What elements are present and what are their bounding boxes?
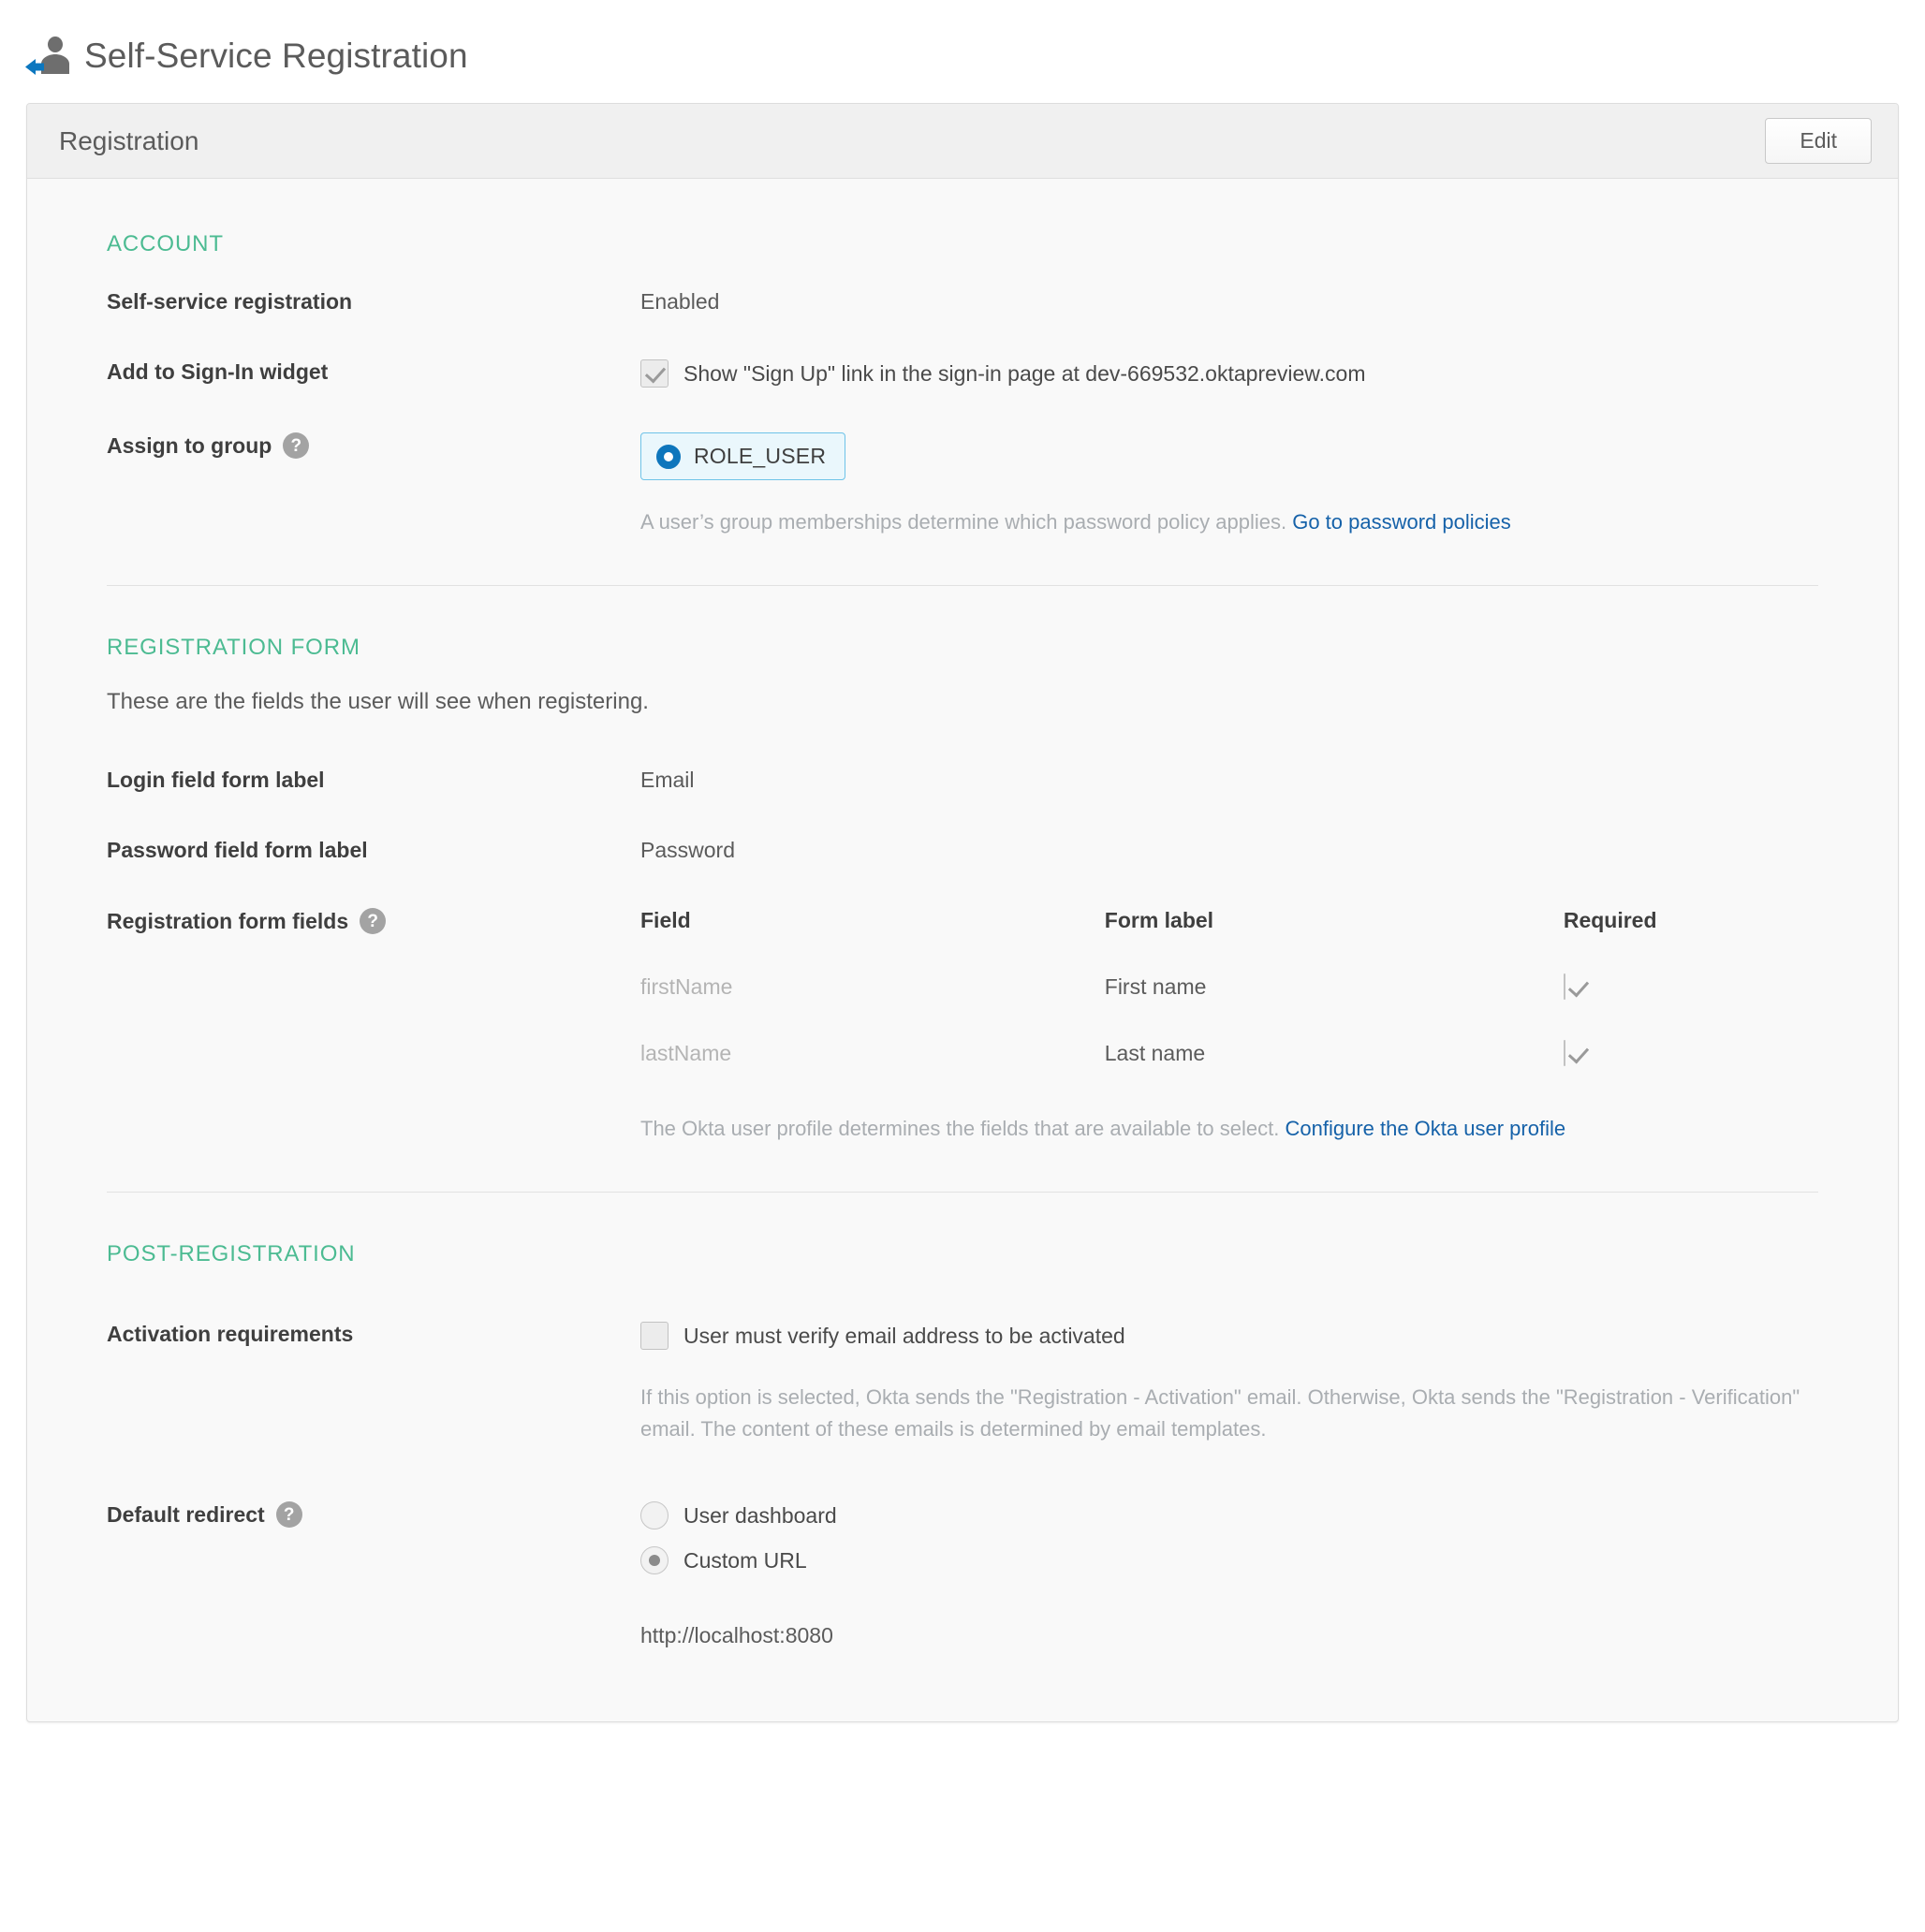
- row-label: Registration form fields ?: [107, 904, 640, 934]
- row-value: Enabled: [640, 285, 1818, 315]
- registration-form-fields-label: Registration form fields: [107, 909, 348, 934]
- password-field-form-label-label: Password field form label: [107, 838, 368, 863]
- activation-requirements-hint: If this option is selected, Okta sends t…: [640, 1382, 1818, 1445]
- login-field-form-label-value: Email: [640, 768, 695, 792]
- help-icon[interactable]: ?: [276, 1501, 302, 1528]
- registration-form-intro: These are the fields the user will see w…: [107, 689, 1818, 715]
- edit-button[interactable]: Edit: [1765, 118, 1872, 165]
- row-add-to-signin-widget: Add to Sign-In widget Show "Sign Up" lin…: [107, 356, 1818, 388]
- row-label: Activation requirements: [107, 1318, 640, 1347]
- row-value: Show "Sign Up" link in the sign-in page …: [640, 356, 1818, 388]
- help-icon[interactable]: ?: [283, 432, 309, 459]
- login-field-form-label-label: Login field form label: [107, 768, 325, 793]
- activation-checkbox-line: User must verify email address to be act…: [640, 1322, 1818, 1350]
- row-password-field-label: Password field form label Password: [107, 834, 1818, 863]
- row-label: Default redirect ?: [107, 1498, 640, 1528]
- custom-url-radio[interactable]: [640, 1546, 669, 1574]
- row-label: Password field form label: [107, 834, 640, 863]
- user-dashboard-radio-label: User dashboard: [683, 1503, 837, 1529]
- assign-to-group-hint-text: A user’s group memberships determine whi…: [640, 510, 1286, 534]
- default-redirect-label: Default redirect: [107, 1502, 265, 1528]
- column-header-field: Field: [640, 908, 1105, 974]
- custom-url-radio-label: Custom URL: [683, 1548, 807, 1573]
- verify-email-checkbox-label: User must verify email address to be act…: [683, 1324, 1125, 1349]
- cell-required: [1564, 1041, 1818, 1107]
- row-label: Assign to group ?: [107, 429, 640, 459]
- help-icon[interactable]: ?: [360, 908, 386, 934]
- row-activation-requirements: Activation requirements User must verify…: [107, 1318, 1818, 1445]
- activation-requirements-label: Activation requirements: [107, 1322, 353, 1347]
- radio-option-custom-url[interactable]: Custom URL: [640, 1546, 1818, 1574]
- spacer: [107, 741, 1818, 764]
- required-checkbox[interactable]: [1564, 1040, 1565, 1066]
- self-service-registration-label: Self-service registration: [107, 289, 352, 315]
- assign-to-group-hint: A user’s group memberships determine whi…: [640, 506, 1818, 538]
- signup-link-checkbox[interactable]: [640, 359, 669, 388]
- custom-url-value: http://localhost:8080: [640, 1623, 1818, 1648]
- table-row: lastName Last name: [640, 1041, 1818, 1107]
- row-self-service-registration: Self-service registration Enabled: [107, 285, 1818, 315]
- signup-link-checkbox-line: Show "Sign Up" link in the sign-in page …: [640, 359, 1818, 388]
- row-label: Self-service registration: [107, 285, 640, 315]
- signup-link-checkbox-label: Show "Sign Up" link in the sign-in page …: [683, 361, 1365, 387]
- self-service-registration-value: Enabled: [640, 289, 719, 314]
- spacer: [107, 1295, 1818, 1318]
- group-chip-role-user[interactable]: ROLE_USER: [640, 432, 845, 480]
- verify-email-checkbox[interactable]: [640, 1322, 669, 1350]
- section-post-registration-title: POST-REGISTRATION: [107, 1241, 1818, 1267]
- table-header-row: Field Form label Required: [640, 908, 1818, 974]
- group-chip-label: ROLE_USER: [694, 444, 826, 469]
- radio-option-user-dashboard[interactable]: User dashboard: [640, 1501, 1818, 1530]
- row-value: User dashboard Custom URL http://localho…: [640, 1498, 1818, 1648]
- registration-card: Registration Edit ACCOUNT Self-service r…: [26, 103, 1899, 1722]
- registration-form-fields-hint: The Okta user profile determines the fie…: [640, 1113, 1818, 1145]
- row-value: ROLE_USER A user’s group memberships det…: [640, 429, 1818, 538]
- cell-form-label: First name: [1105, 974, 1564, 1041]
- section-registration-form: REGISTRATION FORM These are the fields t…: [27, 635, 1898, 1145]
- cell-required: [1564, 974, 1818, 1041]
- cell-form-label: Last name: [1105, 1041, 1564, 1107]
- row-default-redirect: Default redirect ? User dashboard Custom…: [107, 1498, 1818, 1648]
- registration-form-fields-hint-text: The Okta user profile determines the fie…: [640, 1117, 1279, 1140]
- page-title: Self-Service Registration: [84, 38, 468, 73]
- page-header: Self-Service Registration: [0, 0, 1925, 90]
- row-login-field-label: Login field form label Email: [107, 764, 1818, 793]
- row-value: User must verify email address to be act…: [640, 1318, 1818, 1445]
- divider-account-registration: [107, 585, 1818, 586]
- section-registration-form-title: REGISTRATION FORM: [107, 635, 1818, 661]
- password-policies-link[interactable]: Go to password policies: [1292, 510, 1511, 534]
- column-header-form-label: Form label: [1105, 908, 1564, 974]
- row-value: Field Form label Required firstName Firs…: [640, 904, 1818, 1145]
- registration-form-fields-table: Field Form label Required firstName Firs…: [640, 908, 1818, 1107]
- assign-to-group-label: Assign to group: [107, 433, 272, 459]
- section-account-title: ACCOUNT: [107, 231, 1818, 257]
- card-title: Registration: [59, 126, 198, 156]
- table-row: firstName First name: [640, 974, 1818, 1041]
- configure-okta-user-profile-link[interactable]: Configure the Okta user profile: [1285, 1117, 1565, 1140]
- column-header-required: Required: [1564, 908, 1818, 974]
- section-post-registration: POST-REGISTRATION Activation requirement…: [27, 1241, 1898, 1648]
- row-value: Password: [640, 834, 1818, 863]
- card-header: Registration Edit: [27, 104, 1898, 179]
- row-assign-to-group: Assign to group ? ROLE_USER A user’s gro…: [107, 429, 1818, 538]
- row-label: Add to Sign-In widget: [107, 356, 640, 385]
- user-dashboard-radio[interactable]: [640, 1501, 669, 1530]
- divider-registration-postregistration: [107, 1192, 1818, 1193]
- row-registration-form-fields: Registration form fields ? Field Form la…: [107, 904, 1818, 1145]
- card-body: ACCOUNT Self-service registration Enable…: [27, 179, 1898, 1721]
- required-checkbox[interactable]: [1564, 973, 1565, 1000]
- section-account: ACCOUNT Self-service registration Enable…: [27, 231, 1898, 538]
- user-add-icon: [24, 33, 75, 78]
- row-value: Email: [640, 764, 1818, 793]
- cell-field-name: firstName: [640, 974, 1105, 1041]
- add-to-signin-widget-label: Add to Sign-In widget: [107, 359, 328, 385]
- group-ring-icon: [656, 445, 681, 469]
- cell-field-name: lastName: [640, 1041, 1105, 1107]
- row-label: Login field form label: [107, 764, 640, 793]
- password-field-form-label-value: Password: [640, 838, 735, 862]
